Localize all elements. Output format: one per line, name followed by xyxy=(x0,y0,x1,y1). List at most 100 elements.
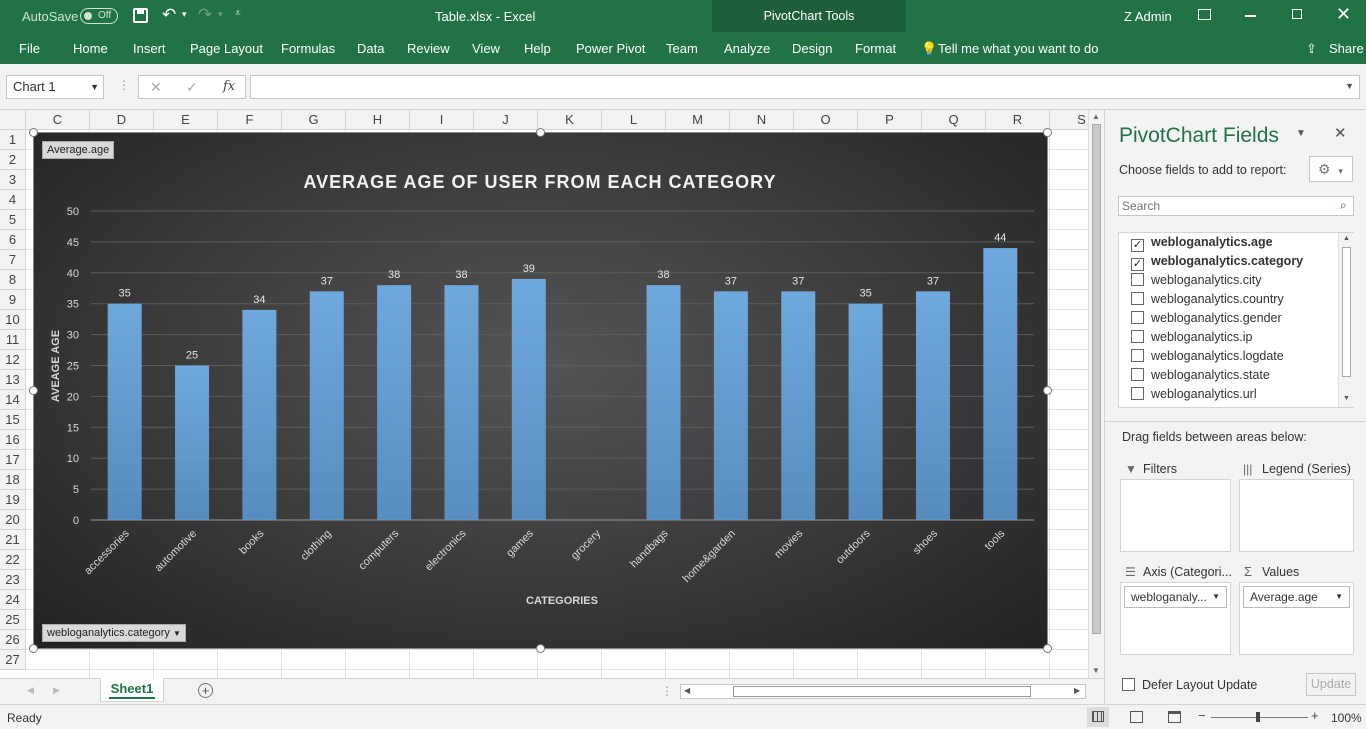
close-icon[interactable]: ✕ xyxy=(1336,4,1351,25)
row-header-8[interactable]: 8 xyxy=(0,270,26,290)
insert-function-icon[interactable]: fx xyxy=(223,79,235,94)
row-header-25[interactable]: 25 xyxy=(0,610,26,630)
tab-analyze[interactable]: Analyze xyxy=(724,41,770,56)
row-header-6[interactable]: 6 xyxy=(0,230,26,250)
tab-page-layout[interactable]: Page Layout xyxy=(190,41,263,56)
legend-area[interactable] xyxy=(1239,479,1354,552)
axis-area[interactable]: webloganaly... ▼ xyxy=(1120,582,1231,655)
zoom-in-icon[interactable]: + xyxy=(1311,708,1319,723)
values-area[interactable]: Average.age ▼ xyxy=(1239,582,1354,655)
row-header-26[interactable]: 26 xyxy=(0,630,26,650)
ribbon-display-icon[interactable] xyxy=(1198,9,1211,20)
prev-sheet-icon[interactable]: ◀ xyxy=(27,685,34,696)
row-header-16[interactable]: 16 xyxy=(0,430,26,450)
field-checkbox[interactable] xyxy=(1131,368,1144,381)
field-item[interactable]: webloganalytics.url xyxy=(1131,387,1257,406)
row-header-7[interactable]: 7 xyxy=(0,250,26,270)
share-icon[interactable]: ⇪ xyxy=(1306,41,1317,57)
field-item[interactable]: ✓ webloganalytics.category xyxy=(1131,254,1303,273)
tab-design[interactable]: Design xyxy=(792,41,832,56)
zoom-level[interactable]: 100% xyxy=(1331,711,1362,725)
row-header-11[interactable]: 11 xyxy=(0,330,26,350)
resize-handle-l[interactable] xyxy=(29,386,38,395)
tab-power-pivot[interactable]: Power Pivot xyxy=(576,41,645,56)
scroll-down-icon[interactable]: ▼ xyxy=(1092,666,1100,675)
resize-handle-tr[interactable] xyxy=(1043,128,1052,137)
axis-field-button[interactable]: webloganalytics.category ▼ xyxy=(42,624,186,642)
column-header-o[interactable]: O xyxy=(794,110,858,130)
resize-handle-b[interactable] xyxy=(536,644,545,653)
column-header-l[interactable]: L xyxy=(602,110,666,130)
row-header-27[interactable]: 27 xyxy=(0,650,26,670)
defer-layout-checkbox[interactable]: Defer Layout Update xyxy=(1122,678,1257,692)
row-header-3[interactable]: 3 xyxy=(0,170,26,190)
field-checkbox[interactable] xyxy=(1131,387,1144,400)
field-item[interactable]: webloganalytics.logdate xyxy=(1131,349,1284,368)
expand-formula-icon[interactable]: ▼ xyxy=(1345,81,1354,91)
tab-split-icon[interactable]: ⋮ xyxy=(661,684,673,698)
field-item[interactable]: webloganalytics.gender xyxy=(1131,311,1282,330)
pivot-chart[interactable]: 0 5 10 15 20 25 30 35 40 45 50 35 accessories 25 autom… xyxy=(29,128,1052,653)
column-header-i[interactable]: I xyxy=(410,110,474,130)
row-header-18[interactable]: 18 xyxy=(0,470,26,490)
column-header-q[interactable]: Q xyxy=(922,110,986,130)
gear-icon[interactable]: ⚙ ▼ xyxy=(1309,156,1353,182)
column-header-r[interactable]: R xyxy=(986,110,1050,130)
column-header-h[interactable]: H xyxy=(346,110,410,130)
tab-help[interactable]: Help xyxy=(524,41,551,56)
row-header-17[interactable]: 17 xyxy=(0,450,26,470)
column-header-n[interactable]: N xyxy=(730,110,794,130)
field-checkbox[interactable] xyxy=(1131,330,1144,343)
row-header-13[interactable]: 13 xyxy=(0,370,26,390)
field-item[interactable]: webloganalytics.ip xyxy=(1131,330,1252,349)
resize-handle-bl[interactable] xyxy=(29,644,38,653)
tab-home[interactable]: Home xyxy=(73,41,108,56)
zoom-slider[interactable] xyxy=(1211,712,1308,722)
normal-view-icon[interactable] xyxy=(1087,707,1109,727)
row-header-5[interactable]: 5 xyxy=(0,210,26,230)
resize-handle-tl[interactable] xyxy=(29,128,38,137)
row-header-20[interactable]: 20 xyxy=(0,510,26,530)
field-item[interactable]: ✓ webloganalytics.age xyxy=(1131,235,1273,254)
field-list-scrollbar[interactable]: ▲ ▼ xyxy=(1338,233,1354,407)
field-checkbox[interactable] xyxy=(1131,273,1144,286)
tell-me-search[interactable]: Tell me what you want to do xyxy=(938,41,1098,56)
tab-formulas[interactable]: Formulas xyxy=(281,41,335,56)
field-item[interactable]: webloganalytics.state xyxy=(1131,368,1270,387)
tab-data[interactable]: Data xyxy=(357,41,384,56)
column-header-m[interactable]: M xyxy=(666,110,730,130)
column-header-p[interactable]: P xyxy=(858,110,922,130)
zoom-out-icon[interactable]: − xyxy=(1198,708,1206,723)
scroll-left-icon[interactable]: ◀ xyxy=(684,686,690,695)
pane-options-icon[interactable]: ▼ xyxy=(1296,128,1306,139)
resize-handle-r[interactable] xyxy=(1043,386,1052,395)
vertical-scrollbar[interactable]: ▲ ▼ xyxy=(1088,110,1104,678)
field-checkbox[interactable]: ✓ xyxy=(1131,258,1144,271)
scroll-down-icon[interactable]: ▼ xyxy=(1343,395,1350,402)
values-field-item[interactable]: Average.age ▼ xyxy=(1243,586,1350,608)
pane-close-icon[interactable]: ✕ xyxy=(1334,124,1347,142)
page-layout-view-icon[interactable] xyxy=(1130,711,1143,723)
zoom-slider-thumb[interactable] xyxy=(1256,712,1260,722)
page-break-view-icon[interactable] xyxy=(1168,711,1181,723)
tab-review[interactable]: Review xyxy=(407,41,450,56)
axis-field-item[interactable]: webloganaly... ▼ xyxy=(1124,586,1227,608)
tab-format[interactable]: Format xyxy=(855,41,896,56)
resize-handle-t[interactable] xyxy=(536,128,545,137)
row-header-19[interactable]: 19 xyxy=(0,490,26,510)
new-sheet-icon[interactable]: + xyxy=(198,683,213,698)
resize-handle-br[interactable] xyxy=(1043,644,1052,653)
field-checkbox[interactable] xyxy=(1131,311,1144,324)
column-header-d[interactable]: D xyxy=(90,110,154,130)
tab-team[interactable]: Team xyxy=(666,41,698,56)
scroll-up-icon[interactable]: ▲ xyxy=(1343,235,1350,242)
customize-qat-icon[interactable]: ⩡ xyxy=(235,8,241,19)
row-header-1[interactable]: 1 xyxy=(0,130,26,150)
field-search-input[interactable] xyxy=(1118,196,1354,216)
scroll-right-icon[interactable]: ▶ xyxy=(1074,686,1080,695)
row-header-22[interactable]: 22 xyxy=(0,550,26,570)
filters-area[interactable] xyxy=(1120,479,1231,552)
row-header-21[interactable]: 21 xyxy=(0,530,26,550)
select-all-corner[interactable] xyxy=(0,110,26,130)
row-header-10[interactable]: 10 xyxy=(0,310,26,330)
